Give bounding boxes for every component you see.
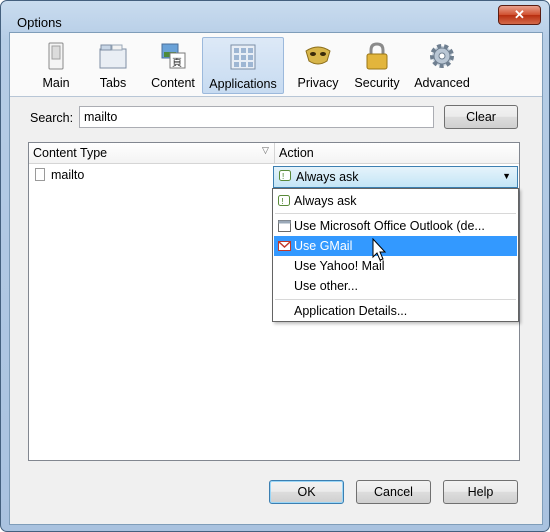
menu-item-yahoo[interactable]: Use Yahoo! Mail: [274, 256, 517, 276]
application-icon: [278, 220, 291, 232]
tab-applications[interactable]: Applications: [202, 37, 284, 94]
action-select[interactable]: ! Always ask ▼: [273, 166, 518, 188]
file-icon: [35, 168, 45, 181]
menu-item-label: Use Microsoft Office Outlook (de...: [294, 219, 485, 233]
mask-icon: [305, 46, 331, 65]
tab-tabs[interactable]: Tabs: [90, 37, 136, 94]
menu-item-outlook[interactable]: Use Microsoft Office Outlook (de...: [274, 216, 517, 236]
tab-content-label: Content: [151, 76, 195, 90]
tab-main-label: Main: [42, 76, 70, 90]
clear-button[interactable]: Clear: [444, 105, 518, 129]
category-toolbar: Main Tabs 頁 Content Applications Privacy…: [10, 33, 542, 97]
list-header: Content Type ▽ Action: [29, 143, 519, 164]
row-content-type: mailto: [51, 168, 85, 182]
gear-icon: [430, 44, 454, 68]
cancel-button[interactable]: Cancel: [356, 480, 431, 504]
menu-item-label: Use other...: [294, 279, 358, 293]
menu-item-label: Application Details...: [294, 304, 408, 318]
window-title: Options: [17, 15, 62, 30]
dialog-client-area: Main Tabs 頁 Content Applications Privacy…: [9, 32, 543, 525]
column-action[interactable]: Action: [279, 146, 314, 160]
sort-indicator-icon: ▽: [262, 145, 269, 155]
lock-icon: [366, 42, 388, 70]
menu-item-gmail[interactable]: Use GMail: [274, 236, 517, 256]
svg-text:!: !: [282, 172, 284, 181]
ask-icon: !: [278, 195, 290, 206]
tab-advanced[interactable]: Advanced: [409, 37, 475, 94]
content-icon: 頁: [161, 43, 186, 69]
tab-main[interactable]: Main: [23, 37, 89, 94]
menu-item-label: Use GMail: [294, 239, 353, 253]
column-separator[interactable]: [274, 143, 275, 163]
svg-text:!: !: [282, 197, 284, 206]
switch-icon: [48, 42, 64, 70]
tabs-icon: [99, 44, 127, 69]
menu-separator: [275, 213, 516, 214]
close-icon: ✕: [514, 7, 525, 22]
search-input[interactable]: [79, 106, 434, 128]
tab-security[interactable]: Security: [347, 37, 407, 94]
column-content-type[interactable]: Content Type: [33, 146, 107, 160]
tab-applications-label: Applications: [209, 77, 277, 91]
tab-security-label: Security: [354, 76, 400, 90]
help-button[interactable]: Help: [443, 480, 518, 504]
svg-text:頁: 頁: [172, 57, 182, 69]
menu-item-application-details[interactable]: Application Details...: [274, 301, 517, 321]
action-select-value: Always ask: [296, 170, 359, 184]
tab-tabs-label: Tabs: [99, 76, 127, 90]
close-button[interactable]: ✕: [498, 5, 541, 25]
tab-content[interactable]: 頁 Content: [140, 37, 206, 94]
ok-button[interactable]: OK: [269, 480, 344, 504]
action-dropdown-menu: ! Always ask Use Microsoft Office Outloo…: [272, 188, 519, 322]
menu-item-label: Always ask: [294, 194, 357, 208]
tab-advanced-label: Advanced: [414, 76, 470, 90]
applications-icon: [230, 44, 256, 70]
mouse-cursor-icon: [372, 238, 387, 261]
menu-item-always-ask[interactable]: ! Always ask: [274, 191, 517, 211]
search-label: Search:: [30, 111, 74, 125]
menu-item-use-other[interactable]: Use other...: [274, 276, 517, 296]
tab-privacy[interactable]: Privacy: [289, 37, 347, 94]
ask-icon: !: [279, 170, 291, 181]
options-window: Options ✕ Main Tabs 頁 Content Applicatio…: [0, 0, 550, 532]
gmail-icon: [278, 241, 291, 251]
menu-separator: [275, 299, 516, 300]
menu-item-label: Use Yahoo! Mail: [294, 259, 385, 273]
chevron-down-icon: ▼: [502, 171, 511, 181]
tab-privacy-label: Privacy: [297, 76, 339, 90]
